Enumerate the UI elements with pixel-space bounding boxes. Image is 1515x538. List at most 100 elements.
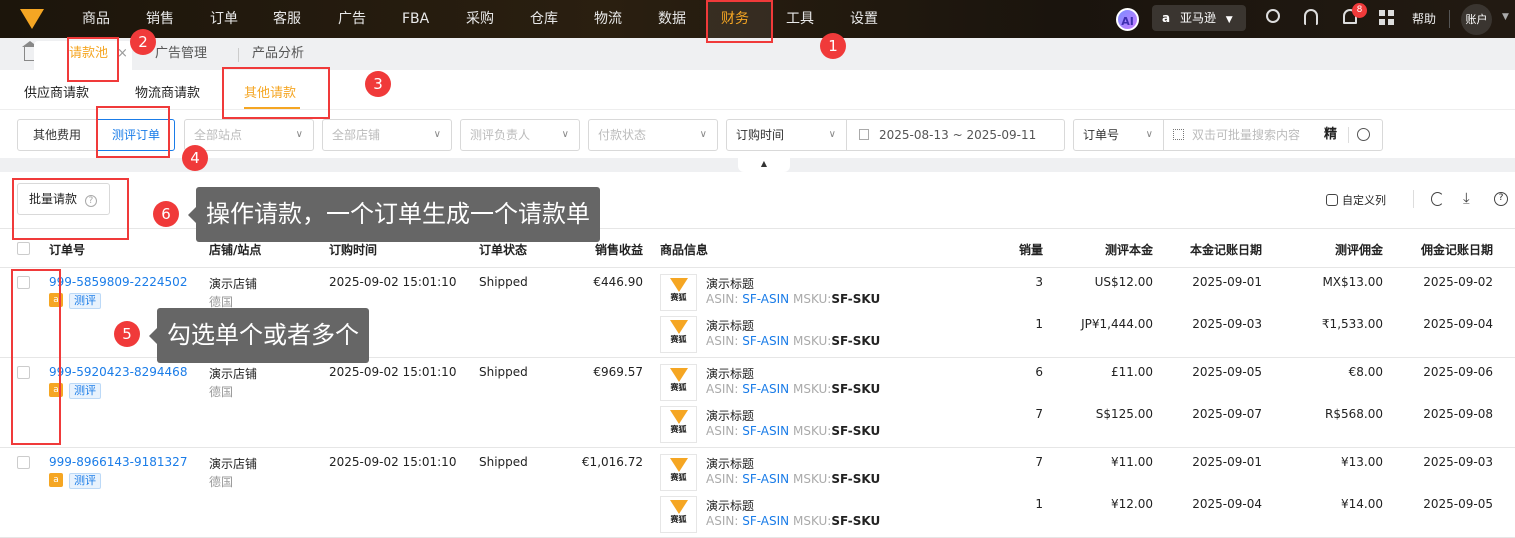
nav-item[interactable]: FBA <box>402 0 429 38</box>
review-principal: US$12.00 <box>1094 275 1153 289</box>
column-header[interactable]: 本金记账日期 <box>1172 241 1262 258</box>
asin-label: ASIN: <box>706 514 743 528</box>
order-status: Shipped <box>479 455 528 469</box>
segment-other-fees[interactable]: 其他费用 <box>17 119 97 151</box>
column-header[interactable]: 测评本金 <box>1073 241 1153 258</box>
store-name: 演示店铺 <box>209 457 258 471</box>
help-icon[interactable]: ? <box>1494 192 1508 206</box>
site-select[interactable]: 全部站点 ∨ <box>184 119 314 151</box>
asin-link[interactable]: SF-ASIN <box>742 514 789 528</box>
review-principal: ¥12.00 <box>1111 497 1153 511</box>
order-number-link[interactable]: 999-5920423-8294468 <box>49 365 187 379</box>
asin-label: ASIN: <box>706 334 743 348</box>
nav-item[interactable]: 物流 <box>594 0 622 38</box>
nav-item[interactable]: 设置 <box>850 0 878 38</box>
site-name: 德国 <box>209 385 234 399</box>
nav-item[interactable]: 客服 <box>273 0 301 38</box>
amazon-icon: a <box>1162 11 1171 25</box>
fox-logo-icon <box>669 500 688 514</box>
nav-item[interactable]: 商品 <box>82 0 110 38</box>
nav-item[interactable]: 仓库 <box>530 0 558 38</box>
payment-status-select[interactable]: 付款状态 ∨ <box>588 119 718 151</box>
column-header[interactable]: 销售收益 <box>553 241 643 258</box>
subtab-logistics[interactable]: 物流商请款 <box>135 82 200 101</box>
search-icon[interactable] <box>1357 128 1370 141</box>
product-thumbnail: 赛狐 <box>660 364 697 401</box>
apps-icon[interactable] <box>1379 10 1394 25</box>
owner-select[interactable]: 测评负责人 ∨ <box>460 119 580 151</box>
column-header[interactable]: 订单号 <box>49 241 85 258</box>
date-type-select[interactable]: 订购时间 ∨ <box>726 119 847 151</box>
date-range-picker[interactable]: 2025-08-13 ~ 2025-09-11 <box>846 119 1065 151</box>
sales-revenue: €969.57 <box>593 365 643 379</box>
nav-item[interactable]: 广告 <box>338 0 366 38</box>
search-icon[interactable] <box>1266 9 1280 23</box>
select-all-checkbox[interactable] <box>17 242 30 255</box>
exact-match-toggle[interactable]: 精 <box>1324 120 1337 150</box>
site-placeholder: 全部站点 <box>194 128 243 142</box>
search-field-value: 订单号 <box>1083 128 1120 142</box>
help-link[interactable]: 帮助 <box>1412 0 1436 38</box>
asin-link[interactable]: SF-ASIN <box>742 382 789 396</box>
row-checkbox[interactable] <box>17 456 30 469</box>
custom-columns-button[interactable]: 自定义列 <box>1326 192 1386 208</box>
principal-date: 2025-09-01 <box>1192 455 1262 469</box>
order-number-link[interactable]: 999-8966143-9181327 <box>49 455 187 469</box>
asin-link[interactable]: SF-ASIN <box>742 334 789 348</box>
download-icon[interactable]: ⤓ <box>1463 190 1470 206</box>
principal-date: 2025-09-04 <box>1192 497 1262 511</box>
column-header[interactable]: 销量 <box>983 241 1043 258</box>
nav-item[interactable]: 数据 <box>658 0 686 38</box>
headset-icon[interactable] <box>1304 9 1318 25</box>
nav-item[interactable]: 工具 <box>786 0 814 38</box>
store-select[interactable]: 全部店铺 ∨ <box>322 119 452 151</box>
commission-date: 2025-09-04 <box>1423 317 1493 331</box>
column-header[interactable]: 测评佣金 <box>1303 241 1383 258</box>
product-ids: ASIN: SF-ASIN MSKU:SF-SKU <box>706 514 880 528</box>
fox-logo-icon <box>669 368 688 382</box>
column-header[interactable]: 订购时间 <box>329 241 377 258</box>
batch-search-icon[interactable] <box>1173 129 1184 140</box>
divider <box>1413 190 1414 208</box>
nav-item[interactable]: 采购 <box>466 0 494 38</box>
account-avatar[interactable]: 账户 <box>1461 4 1492 35</box>
annotation-box-other-requests <box>222 67 330 119</box>
product-thumbnail: 赛狐 <box>660 274 697 311</box>
tab-ad-management[interactable]: 广告管理 <box>155 38 207 70</box>
subtab-supplier[interactable]: 供应商请款 <box>24 82 89 101</box>
column-header[interactable]: 订单状态 <box>479 241 527 258</box>
asin-link[interactable]: SF-ASIN <box>742 292 789 306</box>
order-time: 2025-09-02 15:01:10 <box>329 275 457 289</box>
marketplace-select[interactable]: a 亚马逊 ▼ <box>1152 5 1246 31</box>
refresh-icon[interactable] <box>1431 192 1444 206</box>
asin-label: ASIN: <box>706 292 743 306</box>
column-header[interactable]: 商品信息 <box>660 241 708 258</box>
product-title: 演示标题 <box>706 457 755 471</box>
asin-link[interactable]: SF-ASIN <box>742 424 789 438</box>
nav-item[interactable]: 订单 <box>210 0 238 38</box>
annotation-box-review-orders <box>96 106 170 158</box>
commission-date: 2025-09-02 <box>1423 275 1493 289</box>
column-header[interactable]: 佣金记账日期 <box>1403 241 1493 258</box>
date-type-value: 订购时间 <box>736 128 785 142</box>
review-commission: MX$13.00 <box>1322 275 1383 289</box>
amazon-icon: a <box>49 473 63 487</box>
product-thumbnail: 赛狐 <box>660 496 697 533</box>
ai-icon[interactable]: AI <box>1116 8 1139 31</box>
order-number-link[interactable]: 999-5859809-2224502 <box>49 275 187 289</box>
commission-date: 2025-09-06 <box>1423 365 1493 379</box>
product-thumbnail: 赛狐 <box>660 316 697 353</box>
date-end: 2025-09-11 <box>966 128 1037 142</box>
logo-icon[interactable] <box>20 9 44 29</box>
caret-down-icon[interactable]: ▼ <box>1502 12 1509 22</box>
search-field-select[interactable]: 订单号 ∨ <box>1073 119 1164 151</box>
search-input[interactable]: 双击可批量搜索内容 精 <box>1163 119 1383 151</box>
collapse-toggle[interactable]: ▲ <box>738 158 790 172</box>
product-title: 演示标题 <box>706 319 755 333</box>
fox-logo-icon <box>669 458 688 472</box>
marketplace-label: 亚马逊 <box>1179 11 1216 25</box>
column-header[interactable]: 店铺/站点 <box>209 241 261 258</box>
tab-product-analysis[interactable]: 产品分析 <box>252 38 304 70</box>
product-title: 演示标题 <box>706 499 755 513</box>
asin-link[interactable]: SF-ASIN <box>742 472 789 486</box>
